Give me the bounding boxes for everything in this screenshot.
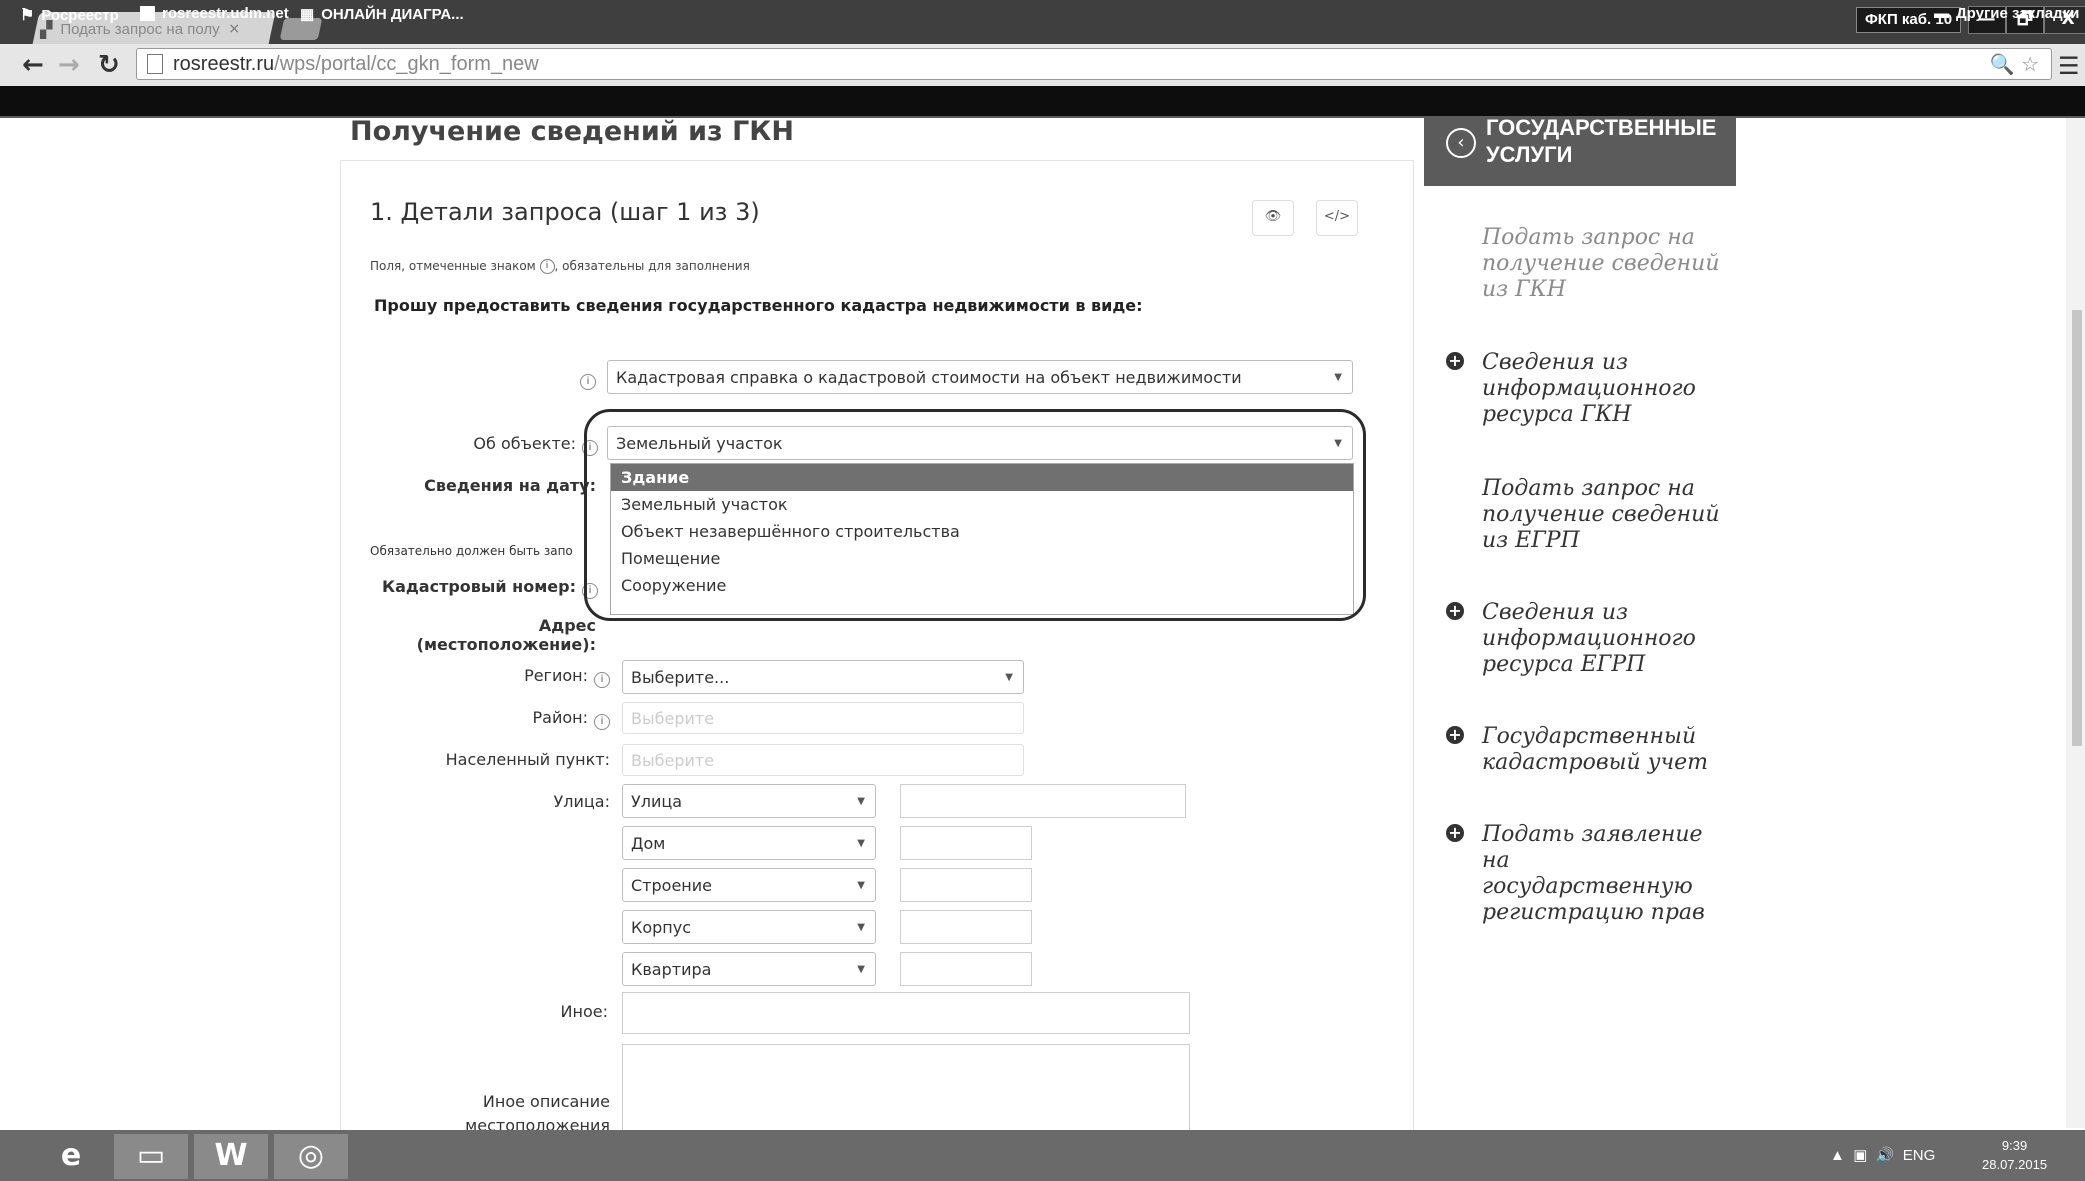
- bookmark-star-icon[interactable]: ☆: [2021, 52, 2039, 76]
- dropdown-option[interactable]: Помещение: [611, 545, 1353, 572]
- chevron-down-icon: ▼: [1334, 437, 1342, 449]
- zoom-icon[interactable]: 🔍: [1990, 52, 2015, 76]
- browser-menu-icon[interactable]: ☰: [2058, 52, 2080, 80]
- word-icon[interactable]: W: [194, 1134, 268, 1179]
- chevron-down-icon: ▼: [857, 921, 865, 933]
- page-icon: [140, 6, 155, 21]
- document-type-select[interactable]: Кадастровая справка о кадастровой стоимо…: [607, 360, 1353, 394]
- required-mark-icon: i: [582, 440, 598, 456]
- dropdown-option[interactable]: Земельный участок: [611, 491, 1353, 518]
- street-type-select[interactable]: Улица ▼: [622, 784, 876, 818]
- network-icon[interactable]: ▣: [1853, 1147, 1867, 1164]
- district-label: Район:: [532, 708, 589, 727]
- ie-icon[interactable]: e: [34, 1134, 108, 1179]
- sidebar-link-cadastral-registration[interactable]: Государственный кадастровый учет: [1482, 724, 1708, 776]
- dropdown-option[interactable]: Сооружение: [611, 572, 1353, 599]
- sidebar-link-egrp-request[interactable]: Подать запрос на получение сведений из ЕГР…: [1482, 476, 1720, 554]
- bookmark-rosreestr[interactable]: ⚑ Росреестр: [20, 5, 119, 25]
- request-label: Прошу предоставить сведения государствен…: [374, 296, 1143, 315]
- sidebar-header-title: ГОСУДАРСТВЕННЫЕ УСЛУГИ: [1486, 115, 1717, 167]
- korpus-input[interactable]: [900, 910, 1032, 944]
- step-title: 1. Детали запроса (шаг 1 из 3): [370, 198, 760, 226]
- sidebar-link-rights-registration[interactable]: Подать заявление на государственную регистр…: [1482, 822, 1705, 926]
- plus-circle-icon[interactable]: +: [1446, 352, 1464, 370]
- url-text: rosreestr.ru/wps/portal/cc_gkn_form_new: [173, 52, 539, 75]
- region-label: Регион:: [524, 666, 588, 685]
- taskbar-clock[interactable]: 9:39 28.07.2015: [1982, 1136, 2047, 1174]
- other-bookmarks[interactable]: ▬ Другие закладки: [1934, 5, 2079, 22]
- reload-icon[interactable]: ↻: [98, 50, 120, 80]
- street-input[interactable]: [900, 784, 1186, 818]
- dropdown-option[interactable]: Объект незавершённого строительства: [611, 518, 1353, 545]
- plus-circle-icon[interactable]: +: [1446, 602, 1464, 620]
- rosreestr-logo-icon: ⚑: [20, 7, 35, 24]
- other-description-textarea[interactable]: [622, 1044, 1190, 1130]
- chrome-icon[interactable]: ◎: [274, 1134, 348, 1179]
- object-type-dropdown-list: Здание Земельный участок Объект незаверш…: [610, 463, 1354, 615]
- sidebar-link-egrp-info[interactable]: Сведения из информационного ресурса ЕГРП: [1482, 600, 1696, 678]
- mandatory-note: Обязательно должен быть запо: [370, 544, 573, 558]
- back-circle-icon[interactable]: ‹: [1446, 128, 1476, 158]
- required-mark-icon: i: [580, 374, 596, 390]
- dropdown-option[interactable]: Здание: [611, 464, 1353, 491]
- plus-circle-icon[interactable]: +: [1446, 824, 1464, 842]
- chevron-down-icon: ▼: [1005, 671, 1013, 683]
- eye-icon[interactable]: 👁: [1252, 200, 1294, 236]
- required-mark-icon: i: [539, 259, 555, 274]
- chevron-down-icon: ▼: [857, 795, 865, 807]
- date-label: Сведения на дату:: [424, 476, 596, 495]
- folder-icon: ▦: [300, 6, 315, 23]
- bookmark-diagra[interactable]: ▦ ОНЛАЙН ДИАГРА...: [300, 5, 464, 24]
- code-icon[interactable]: </>: [1316, 200, 1358, 236]
- object-label: Об объекте:: [473, 434, 576, 453]
- locality-label: Населенный пункт:: [445, 750, 610, 769]
- volume-icon[interactable]: 🔊: [1876, 1147, 1895, 1164]
- sidebar-link-gkn-request[interactable]: Подать запрос на получение сведений из ГКН: [1482, 225, 1720, 303]
- chevron-down-icon: ▼: [857, 963, 865, 975]
- other-input[interactable]: [622, 992, 1190, 1034]
- folder-icon: ▬: [1934, 5, 1949, 22]
- chevron-down-icon: ▼: [857, 837, 865, 849]
- korpus-type-select[interactable]: Корпус ▼: [622, 910, 876, 944]
- address-label: Адрес (местоположение):: [416, 616, 596, 654]
- chevron-down-icon: ▼: [1334, 371, 1342, 383]
- required-mark-icon: i: [582, 583, 598, 599]
- building-input[interactable]: [900, 868, 1032, 902]
- page-icon: [147, 54, 163, 74]
- bookmark-udm[interactable]: rosreestr.udm.net: [140, 5, 289, 22]
- street-label: Улица:: [553, 792, 610, 811]
- system-tray: ▲ ▣ 🔊 ENG: [1830, 1146, 1935, 1164]
- sidebar-link-gkn-info[interactable]: Сведения из информационного ресурса ГКН: [1482, 350, 1696, 428]
- required-hint: Поля, отмеченные знаком i, обязательны д…: [370, 259, 750, 274]
- page-title: Получение сведений из ГКН: [350, 116, 794, 147]
- omnibox-icons: 🔍 ☆: [1990, 52, 2039, 76]
- plus-circle-icon[interactable]: +: [1446, 726, 1464, 744]
- required-mark-icon: i: [594, 714, 610, 730]
- house-input[interactable]: [900, 826, 1032, 860]
- building-type-select[interactable]: Строение ▼: [622, 868, 876, 902]
- language-indicator[interactable]: ENG: [1903, 1147, 1936, 1164]
- chevron-down-icon: ▼: [857, 879, 865, 891]
- other-label: Иное:: [560, 1002, 608, 1021]
- address-bar[interactable]: rosreestr.ru/wps/portal/cc_gkn_form_new …: [136, 48, 2052, 80]
- tab-close-icon[interactable]: ×: [228, 21, 240, 37]
- bookmarks-bar: [0, 86, 2085, 116]
- region-select[interactable]: Выберите... ▼: [622, 660, 1024, 694]
- file-explorer-icon[interactable]: ▭: [114, 1134, 188, 1179]
- object-type-select[interactable]: Земельный участок ▼: [607, 426, 1353, 460]
- back-arrow-icon[interactable]: ←: [22, 50, 44, 80]
- required-mark-icon: i: [594, 672, 610, 688]
- district-select[interactable]: Выберите: [622, 702, 1024, 734]
- apartment-type-select[interactable]: Квартира ▼: [622, 952, 876, 986]
- locality-select[interactable]: Выберите: [622, 744, 1024, 776]
- apartment-input[interactable]: [900, 952, 1032, 986]
- scrollbar-thumb[interactable]: [2072, 310, 2082, 746]
- forward-arrow-icon[interactable]: →: [58, 50, 80, 80]
- cadastral-number-label: Кадастровый номер:: [382, 577, 576, 596]
- house-type-select[interactable]: Дом ▼: [622, 826, 876, 860]
- tray-arrow-icon[interactable]: ▲: [1830, 1147, 1845, 1164]
